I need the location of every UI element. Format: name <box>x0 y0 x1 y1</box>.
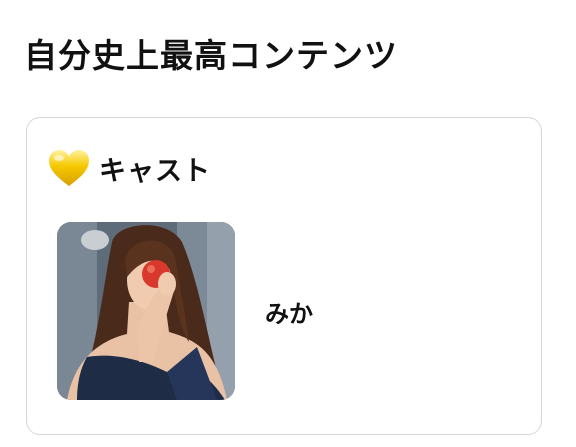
cast-name: みか <box>265 299 313 328</box>
cast-section-header: キャスト <box>47 146 211 190</box>
cast-photo <box>57 222 235 400</box>
cast-card: キャスト みか <box>26 117 542 435</box>
page: 自分史上最高コンテンツ キャスト みか <box>0 0 576 447</box>
cast-photo-image <box>57 222 235 400</box>
yellow-heart-icon <box>49 150 89 186</box>
page-title: 自分史上最高コンテンツ <box>24 36 398 75</box>
cast-section-title: キャスト <box>99 155 211 187</box>
cast-list-item[interactable]: みか <box>57 221 517 401</box>
